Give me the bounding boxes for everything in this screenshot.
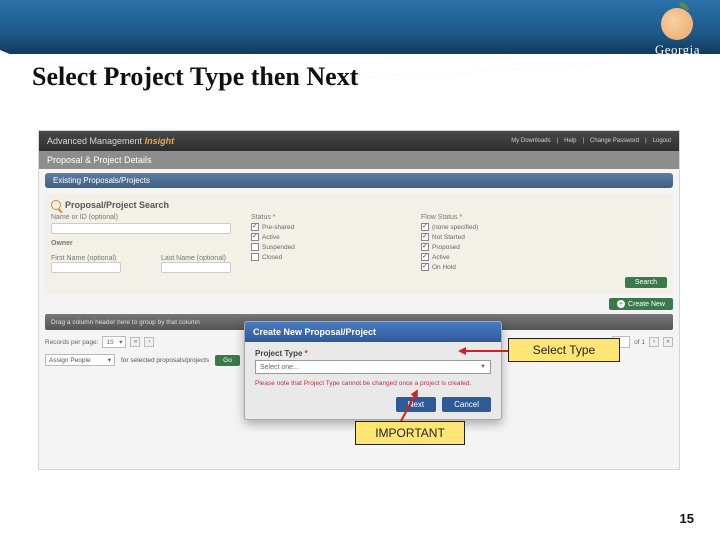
flow-opt-not-started[interactable]: Not Started <box>421 233 571 241</box>
slide-banner <box>0 0 720 54</box>
project-type-note: Please note that Project Type cannot be … <box>255 380 491 387</box>
first-name-label: First Name (optional) <box>51 255 116 262</box>
link-change-password[interactable]: Change Password <box>590 138 639 144</box>
status-label: Status * <box>251 214 401 221</box>
flow-status-label: Flow Status * <box>421 214 571 221</box>
first-page-button[interactable]: « <box>130 337 140 347</box>
prev-page-button[interactable]: ‹ <box>144 337 154 347</box>
modal-title: Create New Proposal/Project <box>245 322 501 342</box>
assign-people-hint: for selected proposals/projects <box>121 357 209 364</box>
plus-icon: + <box>617 300 625 308</box>
brand-emphasis: Insight <box>145 136 175 146</box>
flow-opt-proposed[interactable]: Proposed <box>421 243 571 251</box>
checkbox-icon <box>251 253 259 261</box>
chevron-down-icon: ▼ <box>480 364 486 370</box>
georgia-logo: Georgia <box>655 8 700 58</box>
slide-title: Select Project Type then Next <box>32 62 358 92</box>
checkbox-icon <box>421 253 429 261</box>
link-help[interactable]: Help <box>564 138 576 144</box>
records-per-page-select[interactable]: 15▾ <box>102 336 126 348</box>
page-number: 15 <box>680 511 694 526</box>
project-type-placeholder: Select one... <box>260 364 299 371</box>
subsection-bar: Existing Proposals/Projects <box>45 173 673 188</box>
callout-select-type: Select Type <box>508 338 620 362</box>
checkbox-icon <box>251 223 259 231</box>
assign-people-select[interactable]: Assign People▾ <box>45 354 115 366</box>
next-button[interactable]: Next <box>396 397 436 412</box>
app-header: Advanced Management Insight My Downloads… <box>39 131 679 151</box>
application-screenshot: Advanced Management Insight My Downloads… <box>38 130 680 470</box>
section-bar: Proposal & Project Details <box>39 151 679 169</box>
create-new-label: Create New <box>628 301 665 308</box>
cancel-button[interactable]: Cancel <box>442 397 491 412</box>
status-opt-preshared[interactable]: Pre-shared <box>251 223 401 231</box>
checkbox-icon <box>251 233 259 241</box>
last-name-label: Last Name (optional) <box>161 255 226 262</box>
next-page-button[interactable]: › <box>649 337 659 347</box>
brand-prefix: Advanced Management <box>47 136 145 146</box>
checkbox-icon <box>421 243 429 251</box>
owner-label: Owner <box>51 240 231 247</box>
go-button[interactable]: Go <box>215 355 240 366</box>
project-type-select[interactable]: Select one... ▼ <box>255 360 491 374</box>
checkbox-icon <box>421 223 429 231</box>
name-id-label: Name or ID (optional) <box>51 214 231 221</box>
create-proposal-modal: Create New Proposal/Project Project Type… <box>244 321 502 420</box>
callout-important: IMPORTANT <box>355 421 465 445</box>
checkbox-icon <box>421 263 429 271</box>
project-type-label: Project Type * <box>255 349 491 358</box>
page-total: of 1 <box>634 339 645 346</box>
last-name-input[interactable] <box>161 262 231 273</box>
search-panel: Proposal/Project Search Name or ID (opti… <box>45 194 673 294</box>
link-logout[interactable]: Logout <box>653 138 671 144</box>
status-opt-closed[interactable]: Closed <box>251 253 401 261</box>
flow-opt-active[interactable]: Active <box>421 253 571 261</box>
status-opt-active[interactable]: Active <box>251 233 401 241</box>
first-name-input[interactable] <box>51 262 121 273</box>
flow-opt-none[interactable]: (none specified) <box>421 223 571 231</box>
create-new-button[interactable]: + Create New <box>609 298 673 310</box>
flow-opt-on-hold[interactable]: On Hold <box>421 263 571 271</box>
logo-text: Georgia <box>655 42 700 58</box>
records-per-page-label: Records per page: <box>45 339 98 346</box>
last-page-button[interactable]: » <box>663 337 673 347</box>
checkbox-icon <box>421 233 429 241</box>
search-button[interactable]: Search <box>625 277 667 288</box>
search-icon <box>51 200 61 210</box>
app-brand: Advanced Management Insight <box>47 136 174 146</box>
peach-icon <box>661 8 693 40</box>
status-opt-suspended[interactable]: Suspended <box>251 243 401 251</box>
header-links: My Downloads| Help| Change Password| Log… <box>511 138 671 144</box>
name-id-input[interactable] <box>51 223 231 234</box>
arrow-to-select-icon <box>466 350 508 352</box>
checkbox-icon <box>251 243 259 251</box>
link-my-downloads[interactable]: My Downloads <box>511 138 550 144</box>
search-heading-text: Proposal/Project Search <box>65 200 169 210</box>
search-heading: Proposal/Project Search <box>51 200 667 210</box>
